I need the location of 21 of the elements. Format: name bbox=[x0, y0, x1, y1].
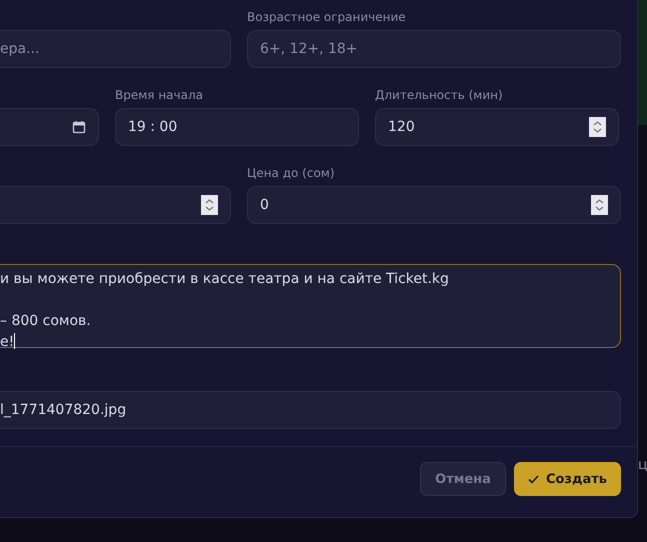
calendar-icon[interactable] bbox=[72, 120, 86, 134]
spinner-icon[interactable] bbox=[591, 195, 608, 215]
field-label: Длительность (мин) bbox=[375, 88, 504, 102]
field-label: Цена до (сом) bbox=[247, 166, 336, 180]
spinner-icon[interactable] bbox=[589, 117, 606, 137]
field-label: Время начала bbox=[115, 88, 204, 102]
create-button[interactable]: Создать bbox=[514, 462, 621, 496]
input-field[interactable]: 6+, 12+, 18+ bbox=[247, 30, 621, 68]
input-field[interactable]: ера... bbox=[0, 30, 231, 68]
cancel-button[interactable]: Отмена bbox=[420, 462, 506, 496]
background-text: ц bbox=[638, 457, 647, 473]
check-icon bbox=[528, 474, 539, 484]
number-field[interactable]: 0 bbox=[247, 186, 621, 224]
number-field[interactable] bbox=[0, 186, 231, 224]
spinner-icon[interactable] bbox=[201, 195, 218, 215]
date-field[interactable] bbox=[0, 108, 99, 146]
time-field[interactable]: 19 : 00 bbox=[115, 108, 359, 146]
field-label: Возрастное ограничение bbox=[247, 10, 407, 24]
number-field[interactable]: 120 bbox=[375, 108, 619, 146]
file-field[interactable]: l_1771407820.jpg bbox=[0, 391, 621, 429]
textarea-field[interactable]: и вы можете приобрести в кассе театра и на сайте Ticket.kg – 800 сомов. е! bbox=[0, 264, 621, 348]
